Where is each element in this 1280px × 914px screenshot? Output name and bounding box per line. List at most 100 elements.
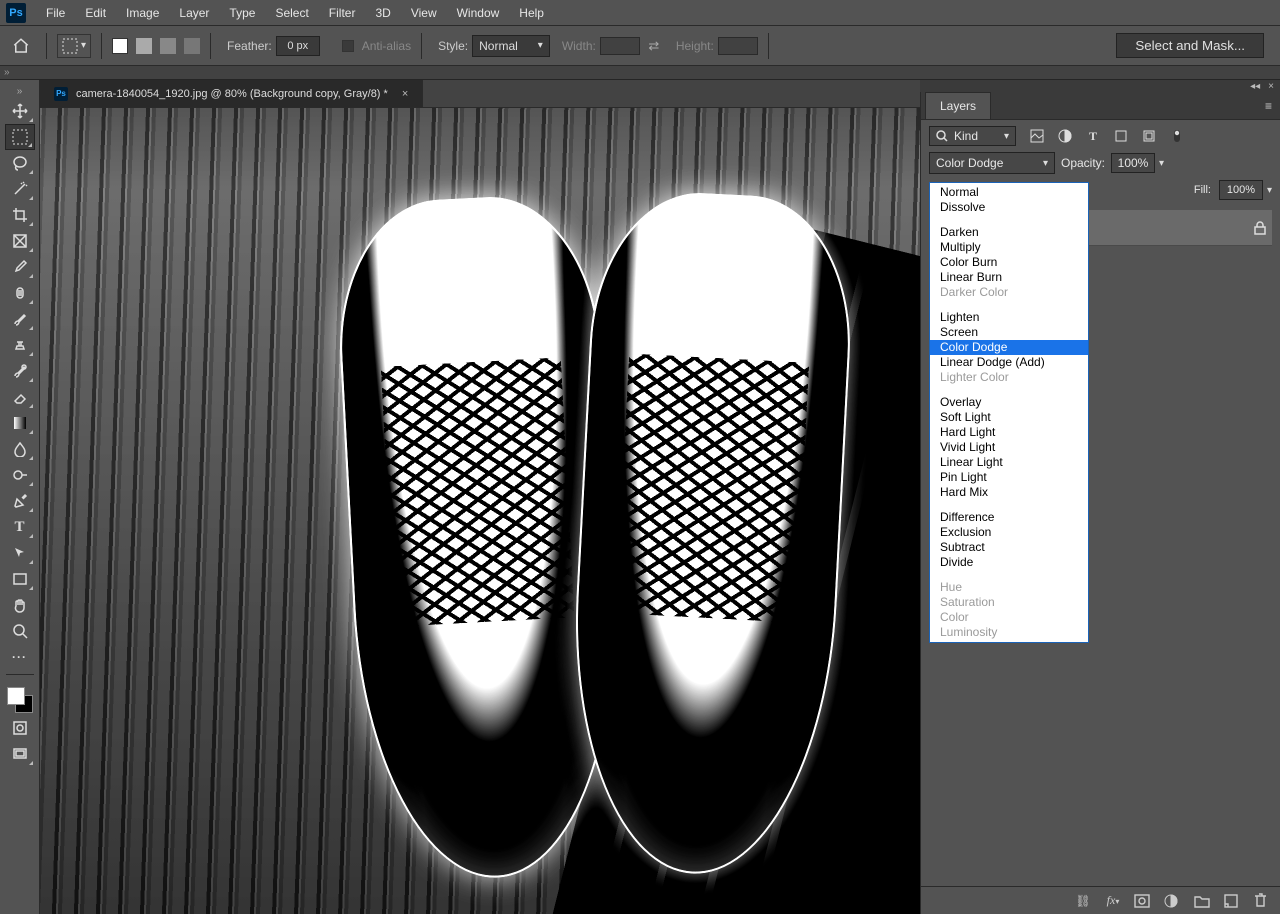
blend-option-color-burn[interactable]: Color Burn bbox=[930, 255, 1088, 270]
style-dropdown[interactable]: Normal ▾ bbox=[472, 35, 550, 57]
filter-type-icon[interactable]: T bbox=[1084, 127, 1102, 145]
blend-mode-dropdown[interactable]: Color Dodge ▾ bbox=[929, 152, 1055, 174]
close-panel-group-icon[interactable]: × bbox=[1268, 81, 1274, 92]
expand-tools-icon[interactable]: » bbox=[5, 84, 35, 98]
brush-tool[interactable] bbox=[5, 306, 35, 332]
blend-option-subtract[interactable]: Subtract bbox=[930, 540, 1088, 555]
blend-option-dissolve[interactable]: Dissolve bbox=[930, 200, 1088, 215]
filter-adjustment-icon[interactable] bbox=[1056, 127, 1074, 145]
blend-option-darken[interactable]: Darken bbox=[930, 225, 1088, 240]
blend-option-vivid-light[interactable]: Vivid Light bbox=[930, 440, 1088, 455]
filter-shape-icon[interactable] bbox=[1112, 127, 1130, 145]
blend-option-normal[interactable]: Normal bbox=[930, 185, 1088, 200]
selection-intersect-icon[interactable] bbox=[184, 38, 200, 54]
blend-option-hard-light[interactable]: Hard Light bbox=[930, 425, 1088, 440]
type-tool[interactable]: T bbox=[5, 514, 35, 540]
menu-3d[interactable]: 3D bbox=[365, 0, 400, 25]
chevron-down-icon: ▾ bbox=[81, 40, 86, 51]
blend-option-lighten[interactable]: Lighten bbox=[930, 310, 1088, 325]
screen-mode-button[interactable] bbox=[5, 741, 35, 767]
layer-style-icon[interactable]: fx▾ bbox=[1104, 893, 1122, 908]
menu-file[interactable]: File bbox=[36, 0, 75, 25]
home-button[interactable] bbox=[6, 31, 36, 61]
blend-option-multiply[interactable]: Multiply bbox=[930, 240, 1088, 255]
panel-menu-icon[interactable]: ≡ bbox=[1257, 93, 1280, 119]
selection-subtract-icon[interactable] bbox=[160, 38, 176, 54]
blend-option-overlay[interactable]: Overlay bbox=[930, 395, 1088, 410]
link-layers-icon[interactable]: ⛓ bbox=[1074, 894, 1092, 908]
blend-option-color-dodge[interactable]: Color Dodge bbox=[930, 340, 1088, 355]
layer-filter-icons: T bbox=[1028, 127, 1186, 145]
blend-option-screen[interactable]: Screen bbox=[930, 325, 1088, 340]
filter-toggle-icon[interactable] bbox=[1168, 127, 1186, 145]
close-tab-icon[interactable]: × bbox=[402, 88, 408, 100]
selection-new-icon[interactable] bbox=[112, 38, 128, 54]
menu-filter[interactable]: Filter bbox=[319, 0, 366, 25]
filter-pixel-icon[interactable] bbox=[1028, 127, 1046, 145]
frame-tool[interactable] bbox=[5, 228, 35, 254]
history-brush-tool[interactable] bbox=[5, 358, 35, 384]
blend-option-pin-light[interactable]: Pin Light bbox=[930, 470, 1088, 485]
hand-tool[interactable] bbox=[5, 592, 35, 618]
eraser-tool[interactable] bbox=[5, 384, 35, 410]
move-tool[interactable] bbox=[5, 98, 35, 124]
document-tab[interactable]: Ps camera-1840054_1920.jpg @ 80% (Backgr… bbox=[40, 80, 423, 107]
feather-input[interactable] bbox=[276, 36, 320, 56]
dodge-tool[interactable] bbox=[5, 462, 35, 488]
clone-stamp-tool[interactable] bbox=[5, 332, 35, 358]
crop-tool[interactable] bbox=[5, 202, 35, 228]
blend-option-linear-burn[interactable]: Linear Burn bbox=[930, 270, 1088, 285]
blend-option-divide[interactable]: Divide bbox=[930, 555, 1088, 570]
blend-option-linear-dodge-add-[interactable]: Linear Dodge (Add) bbox=[930, 355, 1088, 370]
menu-image[interactable]: Image bbox=[116, 0, 169, 25]
blend-option-hard-mix[interactable]: Hard Mix bbox=[930, 485, 1088, 500]
blend-option-soft-light[interactable]: Soft Light bbox=[930, 410, 1088, 425]
fill-control[interactable]: 100% ▾ bbox=[1219, 180, 1272, 200]
rectangle-tool[interactable] bbox=[5, 566, 35, 592]
blur-tool[interactable] bbox=[5, 436, 35, 462]
separator bbox=[101, 33, 102, 59]
new-layer-icon[interactable] bbox=[1224, 894, 1242, 908]
adjustment-layer-icon[interactable] bbox=[1164, 894, 1182, 908]
path-selection-tool[interactable] bbox=[5, 540, 35, 566]
select-and-mask-button[interactable]: Select and Mask... bbox=[1116, 33, 1264, 58]
collapse-panel-icon[interactable]: ◂◂ bbox=[1250, 81, 1260, 92]
foreground-background-colors[interactable] bbox=[5, 685, 35, 715]
menu-type[interactable]: Type bbox=[219, 0, 265, 25]
menu-help[interactable]: Help bbox=[509, 0, 554, 25]
menu-layer[interactable]: Layer bbox=[169, 0, 219, 25]
magic-wand-tool[interactable] bbox=[5, 176, 35, 202]
gradient-tool[interactable] bbox=[5, 410, 35, 436]
selection-add-icon[interactable] bbox=[136, 38, 152, 54]
marquee-tool[interactable] bbox=[5, 124, 35, 150]
quick-mask-toggle[interactable] bbox=[5, 715, 35, 741]
double-chevron-icon[interactable]: » bbox=[4, 67, 10, 78]
blend-option-exclusion[interactable]: Exclusion bbox=[930, 525, 1088, 540]
canvas[interactable] bbox=[40, 108, 920, 914]
menu-edit[interactable]: Edit bbox=[75, 0, 116, 25]
blend-option-linear-light[interactable]: Linear Light bbox=[930, 455, 1088, 470]
blend-mode-menu[interactable]: NormalDissolveDarkenMultiplyColor BurnLi… bbox=[929, 182, 1089, 643]
menu-window[interactable]: Window bbox=[447, 0, 510, 25]
layer-filter-dropdown[interactable]: Kind ▾ bbox=[929, 126, 1016, 146]
edit-toolbar-button[interactable]: ··· bbox=[5, 644, 35, 670]
delete-layer-icon[interactable] bbox=[1254, 893, 1272, 908]
eyedropper-tool[interactable] bbox=[5, 254, 35, 280]
separator bbox=[768, 33, 769, 59]
filter-smartobject-icon[interactable] bbox=[1140, 127, 1158, 145]
healing-brush-tool[interactable] bbox=[5, 280, 35, 306]
menu-select[interactable]: Select bbox=[265, 0, 318, 25]
width-label: Width: bbox=[562, 39, 596, 53]
opacity-control[interactable]: 100% ▾ bbox=[1111, 153, 1164, 173]
layers-tab[interactable]: Layers bbox=[925, 92, 991, 119]
lasso-tool[interactable] bbox=[5, 150, 35, 176]
marquee-tool-indicator[interactable]: ▾ bbox=[57, 34, 91, 58]
swap-dimensions-icon: ⇄ bbox=[644, 38, 664, 54]
layer-group-icon[interactable] bbox=[1194, 894, 1212, 908]
pen-tool[interactable] bbox=[5, 488, 35, 514]
blend-option-difference[interactable]: Difference bbox=[930, 510, 1088, 525]
menu-view[interactable]: View bbox=[401, 0, 447, 25]
tools-panel: » T ··· bbox=[0, 80, 40, 914]
zoom-tool[interactable] bbox=[5, 618, 35, 644]
layer-mask-icon[interactable] bbox=[1134, 894, 1152, 908]
